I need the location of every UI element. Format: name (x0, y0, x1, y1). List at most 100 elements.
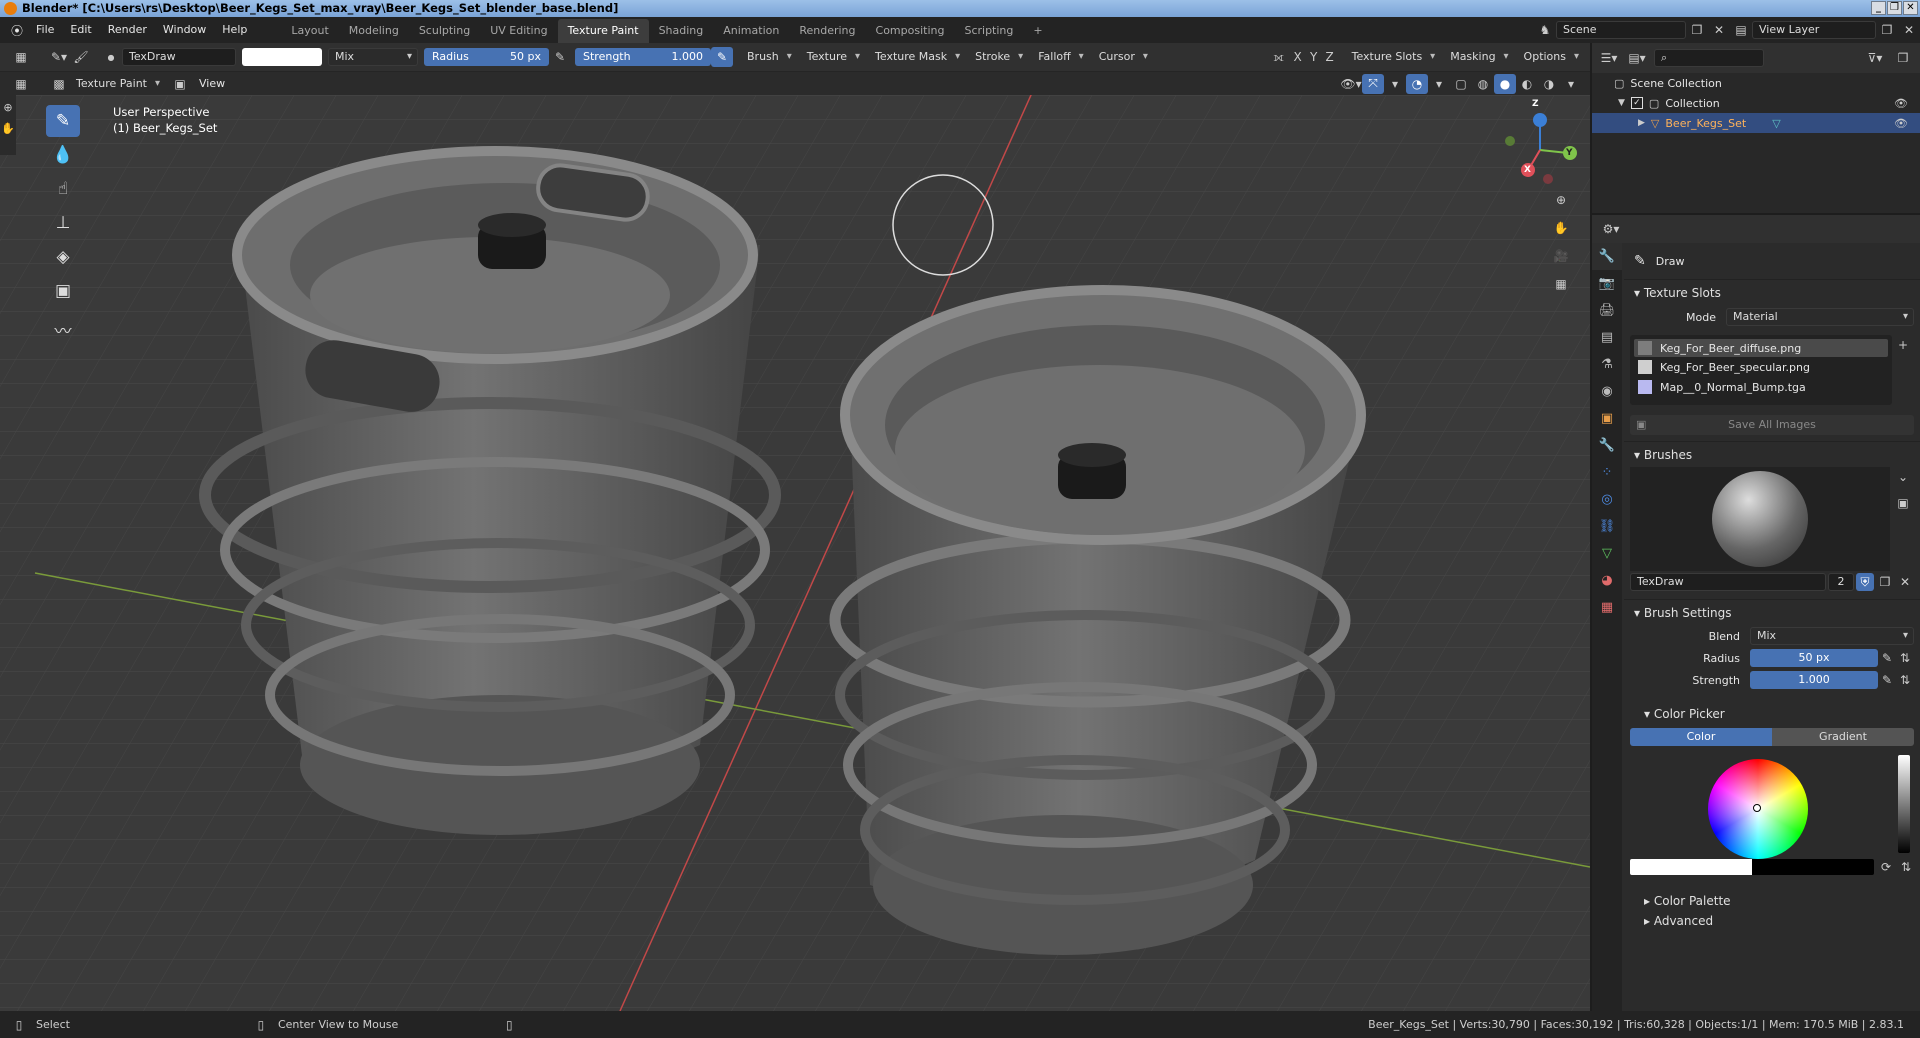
menu-render[interactable]: Render (100, 17, 155, 43)
new-collection-icon[interactable]: ❐ (1892, 48, 1914, 68)
save-all-images-button[interactable]: ▣ Save All Images (1630, 415, 1914, 435)
close-button[interactable]: ✕ (1903, 1, 1918, 15)
strength-slider[interactable]: Strength 1.000 (575, 48, 711, 66)
menu-file[interactable]: File (28, 17, 62, 43)
collapse-arrow-icon[interactable]: ▼ (1618, 98, 1625, 108)
brush-menu[interactable]: Brush (741, 48, 795, 66)
tab-texture[interactable]: ▦ (1592, 594, 1622, 621)
scene-remove-icon[interactable]: ✕ (1708, 20, 1730, 40)
tool-mask[interactable]: ▣ (46, 275, 80, 307)
view-layer-icon[interactable]: ▤ (1730, 20, 1752, 40)
texture-slots-menu[interactable]: Texture Slots (1346, 48, 1439, 66)
swap-colors-icon[interactable]: ⟳ (1878, 857, 1894, 877)
tool-fill[interactable]: ◈ (46, 241, 80, 273)
minimize-button[interactable]: _ (1871, 1, 1886, 15)
tab-constraints[interactable]: ⛓ (1592, 513, 1622, 540)
tab-view-layer[interactable]: ▤ (1592, 324, 1622, 351)
advanced-header[interactable]: ▸ Advanced (1624, 911, 1920, 931)
brush-color-swatch[interactable] (242, 48, 322, 66)
texture-slots-header[interactable]: ▾ Texture Slots (1624, 279, 1920, 305)
tab-particles[interactable]: ⁘ (1592, 459, 1622, 486)
cursor-menu[interactable]: Cursor (1093, 48, 1151, 66)
value-slider[interactable] (1898, 755, 1910, 853)
tab-render[interactable]: 📷 (1592, 270, 1622, 297)
gizmo-toggle-icon[interactable]: ⤧ (1362, 73, 1384, 94)
tab-uv-editing[interactable]: UV Editing (480, 19, 557, 43)
radius-settings-slider[interactable]: 50 px (1750, 649, 1878, 667)
3d-viewport[interactable]: User Perspective (1) Beer_Kegs_Set Z Y X… (0, 95, 1590, 1011)
brush-datablock-name[interactable]: TexDraw (1630, 573, 1826, 591)
editor-type-icon[interactable]: ▦ (10, 47, 32, 67)
tool-menu-icon[interactable]: ✎▾ (48, 47, 70, 67)
collection-checkbox[interactable]: ✓ (1630, 97, 1643, 109)
maximize-button[interactable]: ❐ (1887, 1, 1902, 15)
tab-object[interactable]: ▣ (1592, 405, 1622, 432)
tab-rendering[interactable]: Rendering (789, 19, 865, 43)
strength-settings-slider[interactable]: 1.000 (1750, 671, 1878, 689)
filter-icon[interactable]: ⊽▾ (1864, 48, 1886, 68)
outliner-object-row[interactable]: ▶ ▽ Beer_Kegs_Set ▽ 👁 (1592, 113, 1920, 133)
display-mode-icon[interactable]: ▤▾ (1626, 48, 1648, 68)
object-visibility-icon[interactable]: 👁 (1894, 117, 1908, 130)
tab-data[interactable]: ▽ (1592, 540, 1622, 567)
outliner-search-input[interactable]: ⌕ (1654, 49, 1764, 67)
symmetry-icon[interactable]: ⟗ (1268, 47, 1290, 67)
brush-settings-header[interactable]: ▾ Brush Settings (1624, 599, 1920, 625)
wireframe-shading-icon[interactable]: ◍ (1472, 74, 1494, 94)
tool-soften[interactable]: 💧 (46, 139, 80, 171)
color-wheel-cursor[interactable] (1753, 804, 1761, 812)
axis-y-toggle[interactable]: Y (1306, 47, 1322, 67)
tab-scripting[interactable]: Scripting (954, 19, 1023, 43)
texture-slot-2[interactable]: Map__0_Normal_Bump.tga (1634, 377, 1888, 397)
add-workspace-button[interactable]: + (1023, 19, 1052, 43)
overlay-toggle-icon[interactable]: ◔ (1406, 73, 1428, 94)
blend-mode-dropdown[interactable]: Mix (328, 48, 418, 66)
radius-pressure-toggle[interactable]: ✎ (1878, 648, 1896, 668)
add-texture-slot-button[interactable]: + (1892, 335, 1914, 355)
color-palette-header[interactable]: ▸ Color Palette (1624, 891, 1920, 911)
stroke-menu[interactable]: Stroke (969, 48, 1026, 66)
tool-annotate[interactable]: 〰 (46, 313, 80, 345)
texture-mask-menu[interactable]: Texture Mask (869, 48, 963, 66)
menu-help[interactable]: Help (214, 17, 255, 43)
tab-animation[interactable]: Animation (713, 19, 789, 43)
gizmo-dropdown-icon[interactable]: ▾ (1384, 74, 1406, 94)
visibility-icon[interactable]: 👁▾ (1340, 74, 1362, 94)
properties-editor-icon[interactable]: ⚙▾ (1600, 219, 1622, 239)
duplicate-brush-icon[interactable]: ❐ (1876, 573, 1894, 591)
mode-dropdown[interactable]: Texture Paint (70, 75, 163, 93)
menu-edit[interactable]: Edit (62, 17, 99, 43)
strength-unit-toggle[interactable]: ⇅ (1896, 670, 1914, 690)
tab-modeling[interactable]: Modeling (339, 19, 409, 43)
texture-menu[interactable]: Texture (801, 48, 863, 66)
tab-world[interactable]: ◉ (1592, 378, 1622, 405)
tab-output[interactable]: 🖨 (1592, 297, 1622, 324)
tab-texture-paint[interactable]: Texture Paint (557, 19, 649, 43)
outliner-editor-icon[interactable]: ☰▾ (1598, 48, 1620, 68)
blend-dropdown[interactable]: Mix (1750, 627, 1914, 645)
solid-shading-icon[interactable]: ● (1494, 73, 1516, 94)
zoom-icon[interactable]: ⊕ (1550, 190, 1572, 210)
tab-physics[interactable]: ◎ (1592, 486, 1622, 513)
tab-shading[interactable]: Shading (649, 19, 714, 43)
tab-modifiers[interactable]: 🔧 (1592, 432, 1622, 459)
editor-type-icon-2[interactable]: ▦ (10, 74, 32, 94)
pan-view-icon[interactable]: ✋ (1, 122, 15, 135)
blender-menu-icon[interactable]: ⦿ (6, 20, 28, 40)
collection-visibility-icon[interactable]: 👁 (1894, 97, 1908, 110)
strength-pressure-icon[interactable]: ✎ (711, 47, 733, 67)
view-layer-new-icon[interactable]: ❐ (1876, 20, 1898, 40)
tool-draw[interactable]: ✎ (46, 105, 80, 137)
expand-arrow-icon[interactable]: ▶ (1638, 118, 1645, 128)
brush-list-dropdown-icon[interactable]: ⌄ (1892, 467, 1914, 487)
radius-pressure-icon[interactable]: ✎ (549, 47, 571, 67)
strength-pressure-toggle[interactable]: ✎ (1878, 670, 1896, 690)
rendered-shading-icon[interactable]: ◑ (1538, 74, 1560, 94)
view-menu[interactable]: View (191, 71, 233, 97)
color-tab[interactable]: Color (1630, 728, 1772, 746)
overlay-dropdown-icon[interactable]: ▾ (1428, 74, 1450, 94)
outliner-scene-collection[interactable]: ▢ Scene Collection (1592, 73, 1920, 93)
color-swatches[interactable] (1630, 859, 1874, 875)
scene-new-icon[interactable]: ❐ (1686, 20, 1708, 40)
view-layer-selector[interactable]: View Layer (1752, 21, 1876, 39)
